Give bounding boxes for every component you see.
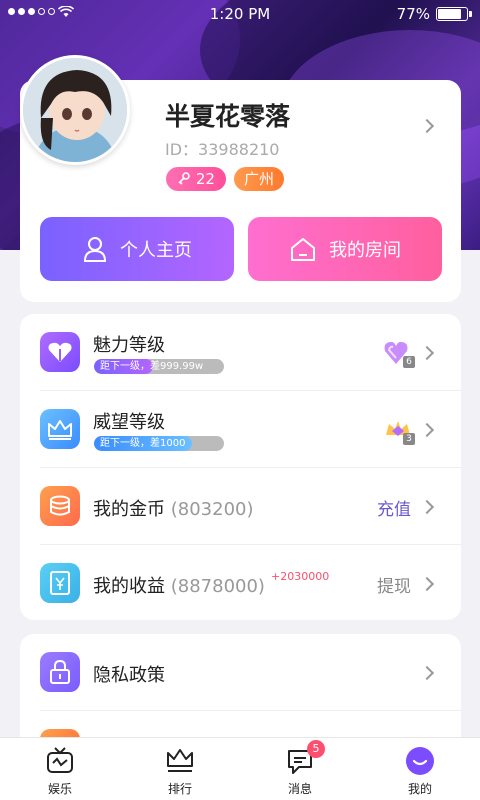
charm-progress: 距下一级，差999.99w bbox=[94, 359, 224, 374]
crown-icon bbox=[167, 749, 193, 772]
crown-icon bbox=[40, 409, 80, 449]
level-badge: 22 bbox=[166, 167, 226, 191]
tab-entertainment-label: 娱乐 bbox=[47, 782, 72, 796]
earnings-chevron-icon bbox=[419, 576, 435, 592]
coins-label: 我的金币 bbox=[93, 499, 165, 520]
user-id-value: 33988210 bbox=[198, 140, 280, 159]
prestige-level-row[interactable]: 威望等级 距下一级，差1000 3 bbox=[20, 391, 461, 468]
tab-messages-label: 消息 bbox=[287, 782, 312, 796]
prestige-progress: 距下一级，差1000 bbox=[94, 436, 224, 451]
tv-icon bbox=[47, 747, 73, 773]
privacy-policy-title: 隐私政策 bbox=[93, 665, 165, 686]
coin-stack-icon bbox=[40, 486, 80, 526]
tab-mine-label: 我的 bbox=[407, 782, 432, 796]
key-icon bbox=[178, 172, 190, 185]
privacy-chevron-icon bbox=[419, 665, 435, 681]
my-room-button[interactable]: 我的房间 bbox=[248, 217, 442, 281]
coins-title: 我的金币 (803200) bbox=[93, 495, 254, 521]
earnings-increase: +2030000 bbox=[271, 570, 330, 583]
charm-level-row[interactable]: 魅力等级 距下一级，差999.99w 6 bbox=[20, 314, 461, 391]
battery-icon bbox=[436, 7, 472, 21]
my-room-label: 我的房间 bbox=[329, 240, 401, 261]
earnings-label: 我的收益 bbox=[93, 576, 165, 597]
coins-row[interactable]: 我的金币 (803200) 充值 bbox=[20, 468, 461, 545]
coins-value: (803200) bbox=[170, 499, 254, 520]
lock-icon bbox=[40, 652, 80, 692]
privacy-policy-row[interactable]: 隐私政策 bbox=[20, 634, 461, 711]
charm-progress-text: 距下一级，差999.99w bbox=[100, 361, 204, 372]
battery-percent: 77% bbox=[396, 5, 430, 23]
avatar-illustration-icon bbox=[23, 58, 127, 162]
prestige-level-title: 威望等级 bbox=[93, 412, 165, 433]
city-badge: 广州 bbox=[234, 167, 284, 191]
withdraw-link[interactable]: 提现 bbox=[377, 572, 411, 597]
tab-entertainment[interactable]: 娱乐 bbox=[0, 738, 120, 800]
charm-chevron-icon bbox=[419, 345, 435, 361]
bottom-tab-bar: 娱乐 排行 5 消息 我的 bbox=[0, 737, 480, 800]
purple-heart-gem-icon: 6 bbox=[383, 338, 415, 368]
settings-card: 隐私政策 bbox=[20, 634, 461, 754]
person-icon bbox=[83, 237, 107, 262]
tab-ranking-label: 排行 bbox=[167, 782, 192, 796]
user-id: ID：33988210 bbox=[165, 136, 279, 160]
earnings-row[interactable]: 我的收益 (8878000) +2030000 提现 bbox=[20, 545, 461, 622]
account-list-card: 魅力等级 距下一级，差999.99w 6 威望等级 距下一级，差1000 3 我… bbox=[20, 314, 461, 620]
gold-crown-gem-icon: 3 bbox=[383, 415, 415, 445]
tab-ranking[interactable]: 排行 bbox=[120, 738, 240, 800]
charm-level-number: 6 bbox=[403, 356, 415, 368]
level-value: 22 bbox=[195, 170, 215, 188]
tab-messages[interactable]: 5 消息 bbox=[240, 738, 360, 800]
heart-shield-icon bbox=[40, 332, 80, 372]
house-icon bbox=[291, 238, 315, 261]
personal-homepage-label: 个人主页 bbox=[120, 240, 192, 261]
username: 半夏花零落 bbox=[165, 102, 291, 131]
earnings-value: (8878000) bbox=[170, 576, 265, 597]
prestige-chevron-icon bbox=[419, 422, 435, 438]
tab-mine[interactable]: 我的 bbox=[360, 738, 480, 800]
prestige-level-number: 3 bbox=[403, 433, 415, 445]
charm-level-title: 魅力等级 bbox=[93, 335, 165, 356]
status-bar: 1:20 PM 77% bbox=[0, 0, 480, 28]
yen-note-icon bbox=[40, 563, 80, 603]
message-count-badge: 5 bbox=[307, 740, 325, 758]
user-id-label: ID： bbox=[165, 140, 199, 159]
earnings-title: 我的收益 (8878000) bbox=[93, 572, 265, 598]
prestige-progress-text: 距下一级，差1000 bbox=[100, 438, 186, 449]
recharge-link[interactable]: 充值 bbox=[377, 495, 411, 520]
personal-homepage-button[interactable]: 个人主页 bbox=[40, 217, 234, 281]
coins-chevron-icon bbox=[419, 499, 435, 515]
smile-icon bbox=[406, 747, 434, 775]
avatar[interactable] bbox=[20, 55, 130, 165]
